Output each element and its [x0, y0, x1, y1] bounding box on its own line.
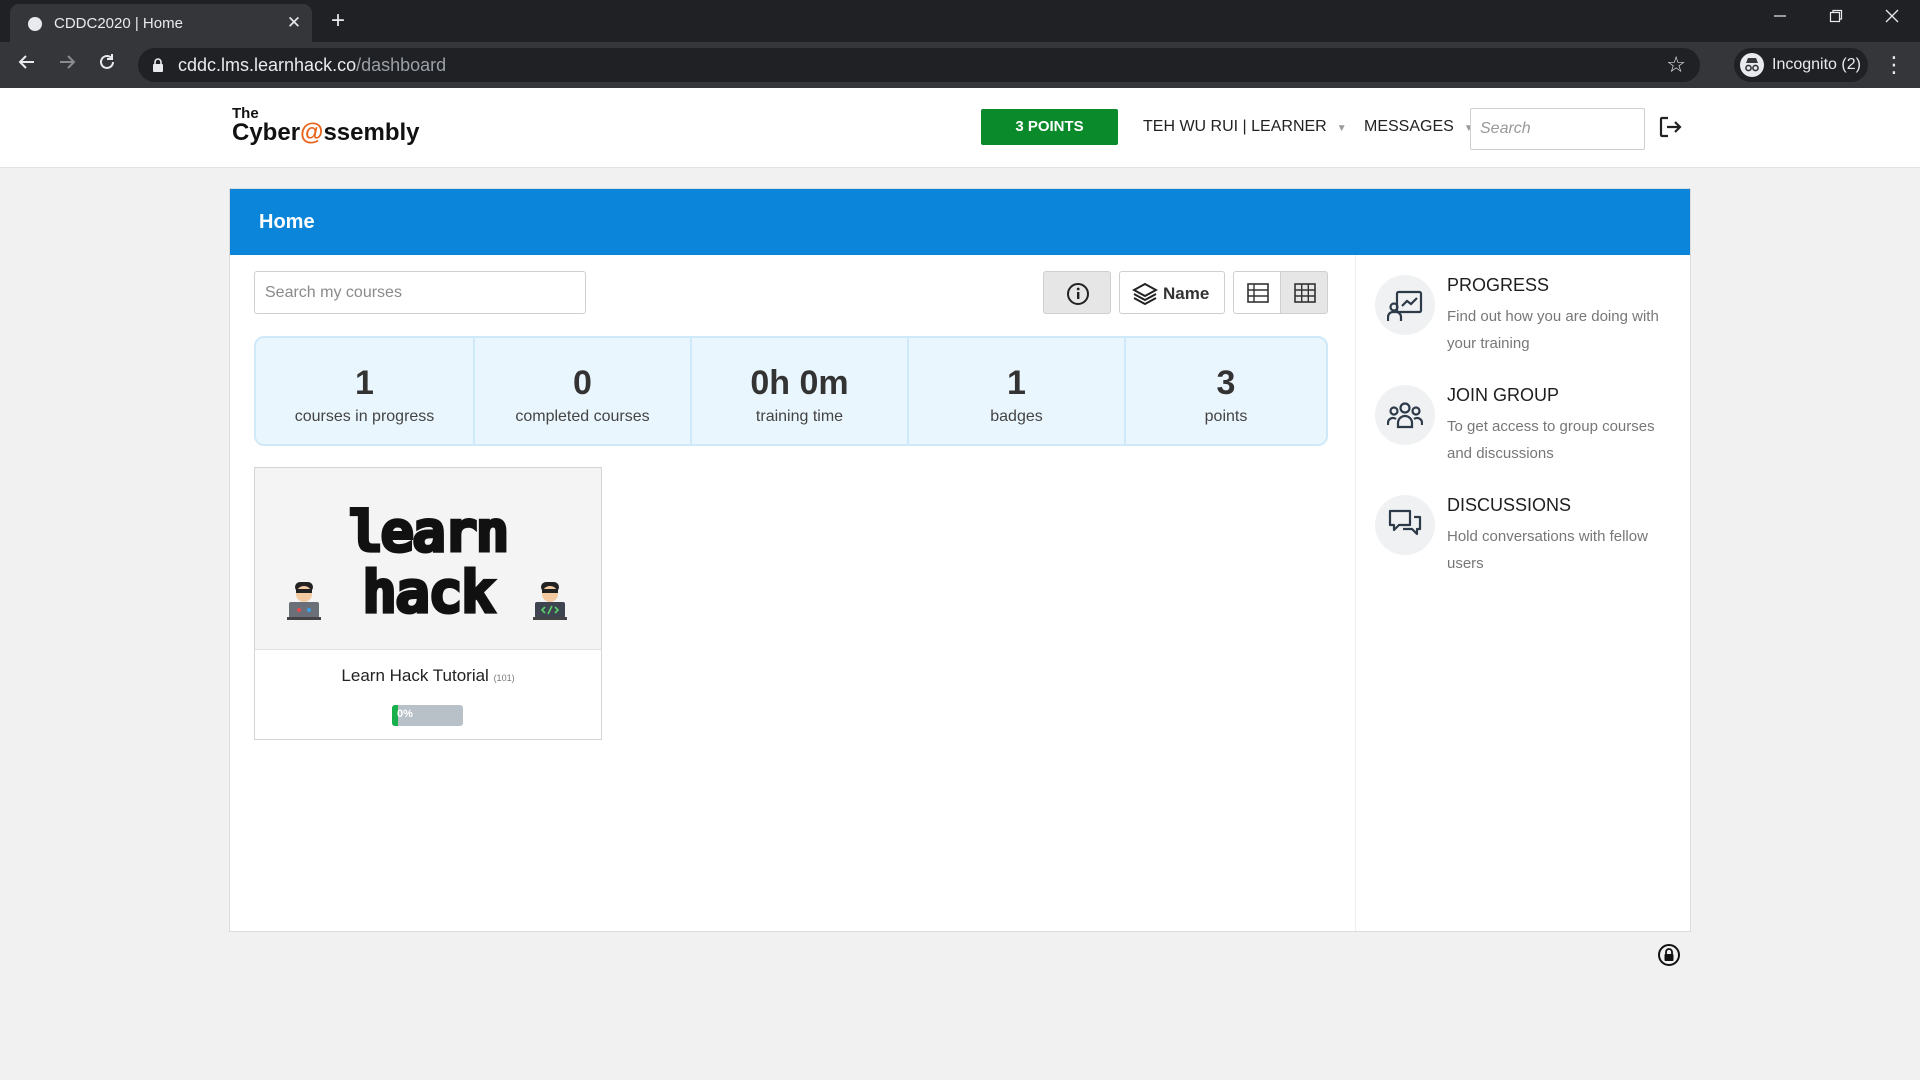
sidebar-divider: [1355, 255, 1356, 931]
incognito-icon: [1740, 53, 1764, 77]
stat-label: points: [1204, 408, 1248, 425]
stat-value: 3: [1216, 364, 1236, 402]
progress-chart-icon: [1375, 275, 1435, 335]
messages-label: MESSAGES: [1364, 118, 1454, 135]
stat-value: 1: [355, 364, 374, 402]
group-icon: [1375, 385, 1435, 445]
user-role: LEARNER: [1251, 118, 1327, 135]
user-name: TEH WU RUI: [1143, 118, 1239, 135]
incognito-indicator[interactable]: Incognito (2): [1734, 48, 1868, 82]
address-bar[interactable]: cddc.lms.learnhack.co/dashboard ☆: [138, 48, 1700, 82]
sidebar-item-description: Hold conversations with fellow users: [1447, 528, 1648, 572]
info-button[interactable]: [1043, 271, 1111, 314]
logout-icon[interactable]: [1657, 114, 1683, 140]
lock-icon: [153, 58, 163, 72]
minimize-icon[interactable]: [1752, 0, 1808, 38]
stat-value: 0: [573, 364, 592, 402]
course-thumbnail[interactable]: learn hack: [255, 468, 601, 650]
site-logo[interactable]: The Cyber@ssembly: [232, 106, 420, 145]
logo-text: Cyber@ssembly: [232, 119, 420, 146]
padlock-icon[interactable]: [1658, 944, 1680, 966]
incognito-label: Incognito (2): [1772, 56, 1861, 73]
user-menu[interactable]: TEH WU RUI | LEARNER ▼: [1143, 118, 1347, 136]
restore-icon[interactable]: [1808, 0, 1864, 38]
panel-header: Home: [230, 189, 1690, 255]
page-title: Home: [259, 211, 315, 233]
sort-by-name-button[interactable]: Name: [1119, 271, 1225, 314]
tab-title: CDDC2020 | Home: [54, 15, 183, 32]
sidebar-item-description: Find out how you are doing with your tra…: [1447, 308, 1659, 352]
course-title[interactable]: Learn Hack Tutorial (101): [255, 666, 601, 686]
grid-view-button[interactable]: [1280, 271, 1328, 314]
points-button[interactable]: 3 POINTS: [981, 109, 1118, 145]
layers-icon: [1132, 282, 1158, 306]
hacker-laptop-icon: [533, 582, 567, 620]
url-text: cddc.lms.learnhack.co/dashboard: [178, 55, 447, 75]
browser-tab-strip: CDDC2020 | Home ✕ +: [0, 0, 1920, 42]
list-view-icon: [1247, 283, 1269, 303]
course-search-input[interactable]: Search my courses: [254, 271, 586, 314]
home-panel: Home Search my courses Name 1 courses in…: [229, 188, 1691, 932]
sidebar-item-description: To get access to group courses and discu…: [1447, 418, 1655, 462]
progress-text: 0%: [397, 708, 413, 720]
caret-down-icon: ▼: [1336, 123, 1347, 134]
browser-tab[interactable]: CDDC2020 | Home ✕: [10, 4, 312, 42]
sort-label: Name: [1163, 284, 1210, 303]
list-view-button[interactable]: [1233, 271, 1281, 314]
sidebar-item-title: PROGRESS: [1447, 275, 1550, 295]
more-vert-icon[interactable]: ⋮: [1882, 50, 1906, 80]
grid-view-icon: [1294, 283, 1316, 303]
tab-close-icon[interactable]: ✕: [282, 11, 306, 35]
header-search-input[interactable]: Search: [1470, 108, 1645, 150]
new-tab-button[interactable]: +: [324, 8, 352, 36]
course-code: (101): [493, 673, 515, 683]
sidebar-item-title: JOIN GROUP: [1447, 385, 1560, 405]
stat-value: 1: [1007, 364, 1026, 402]
browser-toolbar: cddc.lms.learnhack.co/dashboard ☆ Incogn…: [0, 42, 1920, 88]
stat-courses-in-progress: 1 courses in progress: [256, 338, 473, 444]
thumbnail-text: learn: [347, 499, 511, 567]
hacker-laptop-icon: [287, 582, 321, 620]
site-header: The Cyber@ssembly 3 POINTS TEH WU RUI | …: [0, 88, 1920, 168]
forward-arrow-icon[interactable]: [52, 50, 82, 80]
stat-label: badges: [990, 408, 1043, 425]
stat-label: completed courses: [515, 408, 650, 425]
stat-badges: 1 badges: [907, 338, 1124, 444]
course-progress-bar: 0%: [392, 705, 463, 726]
messages-menu[interactable]: MESSAGES ▼: [1364, 118, 1474, 136]
sidebar-item-title: DISCUSSIONS: [1447, 495, 1572, 515]
discussions-icon: [1375, 495, 1435, 555]
stat-training-time: 0h 0m training time: [690, 338, 907, 444]
favicon-icon: [28, 17, 42, 31]
stat-label: courses in progress: [294, 408, 435, 425]
stat-value: 0h 0m: [750, 364, 849, 402]
back-arrow-icon[interactable]: [12, 50, 42, 80]
reload-icon[interactable]: [92, 50, 122, 80]
stat-label: training time: [755, 408, 844, 425]
course-card[interactable]: learn hack Learn Hack Tutorial (101) 0%: [254, 467, 602, 740]
sidebar-item-progress[interactable]: PROGRESS Find out how you are doing with…: [1375, 275, 1675, 365]
star-icon[interactable]: ☆: [1666, 52, 1686, 78]
stats-bar: 1 courses in progress 0 completed course…: [254, 336, 1328, 446]
close-icon[interactable]: [1864, 0, 1920, 38]
info-icon: [1067, 283, 1089, 305]
stat-completed-courses: 0 completed courses: [473, 338, 690, 444]
stat-points: 3 points: [1124, 338, 1326, 444]
sidebar-item-join-group[interactable]: JOIN GROUP To get access to group course…: [1375, 385, 1675, 475]
sidebar-item-discussions[interactable]: DISCUSSIONS Hold conversations with fell…: [1375, 495, 1675, 585]
